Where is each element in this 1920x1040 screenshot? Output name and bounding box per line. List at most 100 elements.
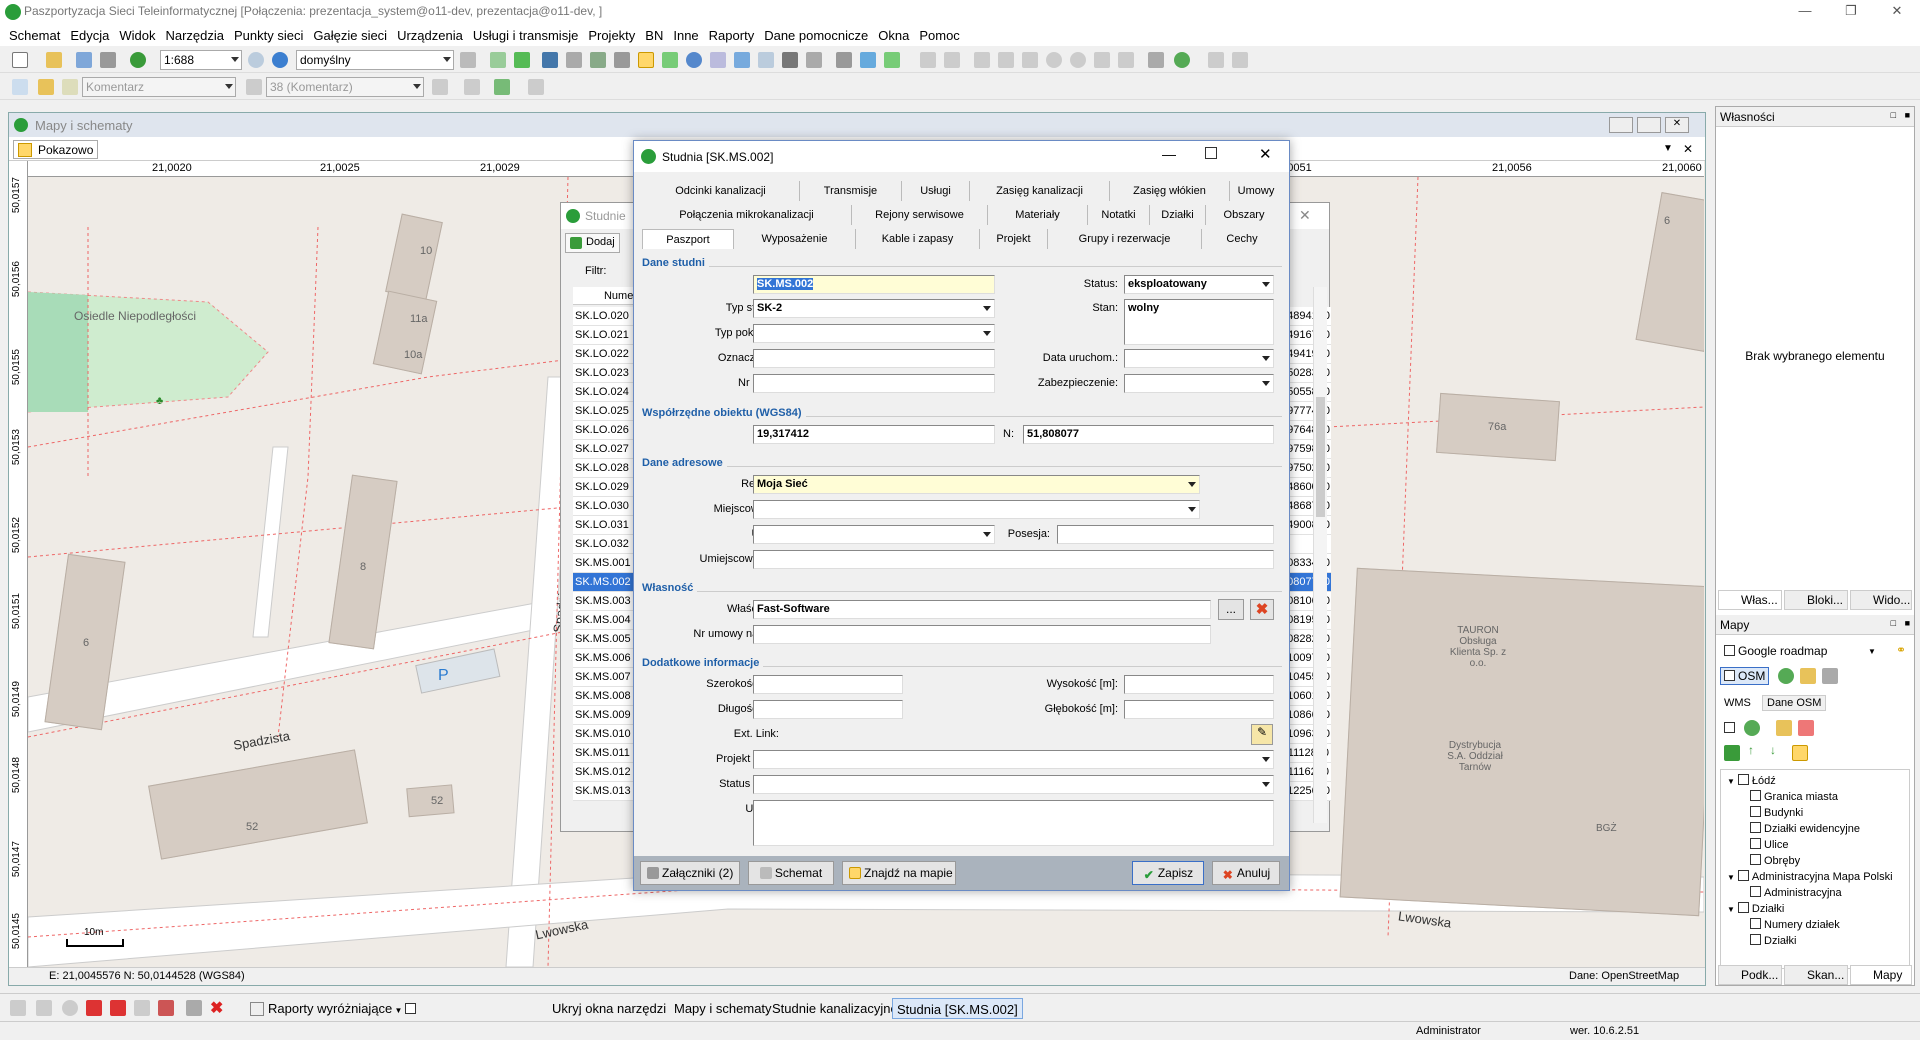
grid-icon[interactable] (542, 52, 558, 68)
close-icon[interactable]: ✕ (1299, 207, 1311, 224)
pin-icon[interactable]: □ (1891, 110, 1896, 120)
schemat-button[interactable]: Schemat (748, 861, 834, 885)
tool-icon[interactable] (806, 52, 822, 68)
tab-wlasnosci[interactable]: Włas... (1718, 590, 1782, 610)
key-icon[interactable]: ⚭ (1896, 643, 1906, 657)
list-item[interactable]: SK.LO.029 (573, 478, 641, 497)
tree-item[interactable]: ▼ Łódź (1727, 774, 1776, 787)
status-uke-select[interactable] (753, 775, 1274, 794)
minimize-icon[interactable] (1609, 117, 1633, 133)
tool-icon[interactable] (998, 52, 1014, 68)
google-roadmap-layer[interactable]: Google roadmap (1724, 644, 1827, 658)
new-icon[interactable] (12, 52, 28, 68)
list-item[interactable]: SK.LO.025 (573, 402, 641, 421)
tool-icon[interactable] (158, 1000, 174, 1016)
tool-icon[interactable] (734, 52, 750, 68)
close-icon[interactable]: ■ (1905, 110, 1910, 120)
tool-icon[interactable] (1118, 52, 1134, 68)
tree-item[interactable]: ▼ Administracyjna Mapa Polski (1727, 870, 1893, 883)
globe-icon[interactable] (1174, 52, 1190, 68)
search-icon[interactable] (272, 52, 288, 68)
glebokosc-field[interactable] (1124, 700, 1274, 719)
arrow-up-icon[interactable]: ↑ (1748, 743, 1754, 757)
tab-polaczenia[interactable]: Połączenia mikrokanalizacji (642, 205, 852, 225)
osm-layer[interactable]: OSM (1720, 667, 1770, 685)
tool-icon[interactable] (590, 52, 606, 68)
tab-uslugi[interactable]: Usługi (902, 181, 970, 201)
tree-item[interactable]: Obręby (1747, 854, 1800, 867)
find-on-map-button[interactable]: Znajdź na mapie (842, 861, 956, 885)
chevron-down-icon[interactable]: ▼ (1868, 647, 1876, 656)
taskbar-tab-studnia[interactable]: Studnia [SK.MS.002] (892, 998, 1023, 1019)
edit-icon[interactable] (1776, 720, 1792, 736)
tab-pokazowo[interactable]: Pokazowo (13, 140, 99, 159)
edit-icon[interactable] (1800, 668, 1816, 684)
tab-grupy[interactable]: Grupy i rezerwacje (1048, 229, 1202, 249)
menu-pomoc[interactable]: Pomoc (914, 28, 964, 43)
tool-icon[interactable] (1148, 52, 1164, 68)
pin-icon[interactable]: □ (1891, 618, 1896, 628)
add-icon[interactable] (1724, 745, 1740, 761)
tab-projekt[interactable]: Projekt (980, 229, 1048, 249)
n-coordinate-field[interactable]: 51,808077 (1023, 425, 1274, 444)
szerokosc-field[interactable] (753, 675, 903, 694)
miejscowosc-select[interactable] (753, 500, 1200, 519)
restore-icon[interactable]: ❐ (1828, 0, 1874, 24)
menu-urzadzenia[interactable]: Urządzenia (392, 28, 468, 43)
tool-icon[interactable] (884, 52, 900, 68)
tab-kable[interactable]: Kable i zapasy (856, 229, 980, 249)
menu-schemat[interactable]: Schemat (4, 28, 65, 43)
wysokosc-field[interactable] (1124, 675, 1274, 694)
reports-button[interactable]: Raporty wyróżniające ▼ (248, 998, 406, 1019)
close-icon[interactable]: ✕ (1874, 0, 1920, 24)
tab-cechy[interactable]: Cechy (1202, 229, 1282, 249)
delete-icon[interactable] (528, 79, 544, 95)
tree-item[interactable]: Działki ewidencyjne (1747, 822, 1860, 835)
list-item[interactable]: SK.LO.028 (573, 459, 641, 478)
clear-owner-icon[interactable]: ✖ (1250, 599, 1274, 620)
checkbox[interactable] (1750, 806, 1761, 817)
status-select[interactable]: eksploatowany (1124, 275, 1274, 294)
checkbox[interactable] (1750, 790, 1761, 801)
lock-icon[interactable] (246, 79, 262, 95)
wlasciciel-field[interactable]: Fast-Software (753, 600, 1211, 619)
pointer-icon[interactable] (12, 79, 28, 95)
tool-icon[interactable] (710, 52, 726, 68)
tab-zasieg-wlokien[interactable]: Zasięg włókien (1110, 181, 1230, 201)
tool-icon[interactable] (1070, 52, 1086, 68)
tab-wms[interactable]: WMS (1724, 697, 1751, 709)
region-select[interactable]: Moja Sieć (753, 475, 1200, 494)
maximize-icon[interactable] (1205, 147, 1217, 159)
tool-icon[interactable] (614, 52, 630, 68)
checkbox[interactable] (1737, 902, 1749, 913)
list-item[interactable]: SK.MS.007 (573, 668, 641, 687)
comment-value-combo[interactable]: 38 (Komentarz) (266, 77, 424, 97)
checkbox-checked[interactable] (1724, 670, 1735, 681)
tab-rejony[interactable]: Rejony serwisowe (852, 205, 988, 225)
save-icon[interactable] (76, 52, 92, 68)
tool-icon[interactable] (494, 79, 510, 95)
print-icon[interactable] (100, 52, 116, 68)
tree-item[interactable]: Ulice (1747, 838, 1788, 851)
tool-icon[interactable] (1022, 52, 1038, 68)
checkbox[interactable] (1750, 854, 1761, 865)
list-item[interactable]: SK.LO.020 (573, 307, 641, 326)
list-scrollbar[interactable] (1313, 287, 1327, 823)
globe-icon[interactable] (1778, 668, 1794, 684)
list-item[interactable]: SK.MS.003 (573, 592, 641, 611)
tab-odcinki[interactable]: Odcinki kanalizacji (642, 181, 800, 201)
tab-dzialki[interactable]: Działki (1150, 205, 1206, 225)
nr-umowy-field[interactable] (753, 625, 1211, 644)
list-item[interactable]: SK.MS.009 (573, 706, 641, 725)
tool-icon[interactable] (662, 52, 678, 68)
list-item[interactable]: SK.MS.004 (573, 611, 641, 630)
list-item[interactable]: SK.LO.023 (573, 364, 641, 383)
stop-icon[interactable] (110, 1000, 126, 1016)
menu-widok[interactable]: Widok (114, 28, 160, 43)
restore-icon[interactable] (1637, 117, 1661, 133)
close-icon[interactable]: ✕ (1259, 145, 1272, 163)
line-icon[interactable] (432, 79, 448, 95)
map-icon[interactable] (1792, 745, 1808, 761)
checkbox[interactable] (1724, 721, 1738, 735)
checkbox[interactable] (1750, 838, 1761, 849)
